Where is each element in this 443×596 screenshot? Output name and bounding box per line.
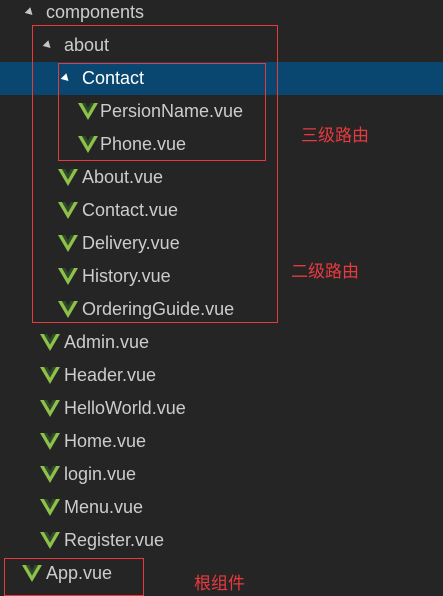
annotation-root: 根组件 — [194, 574, 245, 594]
file-item[interactable]: Delivery.vue — [0, 227, 443, 260]
vue-file-icon — [40, 433, 60, 450]
file-label: App.vue — [46, 563, 113, 583]
folder-label: about — [64, 35, 110, 55]
file-label: OrderingGuide.vue — [82, 299, 235, 319]
file-label: Delivery.vue — [82, 233, 180, 253]
file-label: Phone.vue — [100, 134, 187, 154]
file-item[interactable]: Admin.vue — [0, 326, 443, 359]
vue-file-icon — [40, 499, 60, 516]
vue-file-icon — [58, 202, 78, 219]
file-label: About.vue — [82, 167, 164, 187]
file-item[interactable]: HelloWorld.vue — [0, 392, 443, 425]
file-item[interactable]: History.vue — [0, 260, 443, 293]
chevron-expanded-icon[interactable] — [42, 29, 54, 62]
vue-file-icon — [78, 103, 98, 120]
folder-contact[interactable]: Contact — [0, 62, 443, 95]
vue-file-icon — [40, 367, 60, 384]
vue-file-icon — [40, 334, 60, 351]
file-label: Admin.vue — [64, 332, 150, 352]
annotation-level2: 二级路由 — [291, 262, 359, 282]
chevron-expanded-icon[interactable] — [24, 0, 36, 29]
file-item[interactable]: Phone.vue — [0, 128, 443, 161]
file-label: Header.vue — [64, 365, 157, 385]
file-item[interactable]: Register.vue — [0, 524, 443, 557]
vue-file-icon — [22, 565, 42, 582]
file-item[interactable]: OrderingGuide.vue — [0, 293, 443, 326]
vue-file-icon — [58, 235, 78, 252]
vue-file-icon — [58, 301, 78, 318]
vue-file-icon — [78, 136, 98, 153]
vue-file-icon — [40, 400, 60, 417]
file-item[interactable]: PersionName.vue — [0, 95, 443, 128]
file-label: Menu.vue — [64, 497, 144, 517]
annotation-level3: 三级路由 — [301, 126, 369, 146]
file-item[interactable]: Home.vue — [0, 425, 443, 458]
file-label: login.vue — [64, 464, 137, 484]
file-label: Register.vue — [64, 530, 165, 550]
file-label: Home.vue — [64, 431, 147, 451]
folder-label: components — [46, 2, 145, 22]
file-label: HelloWorld.vue — [64, 398, 186, 418]
vue-file-icon — [58, 268, 78, 285]
chevron-expanded-icon[interactable] — [60, 62, 72, 95]
file-item[interactable]: Menu.vue — [0, 491, 443, 524]
file-label: PersionName.vue — [100, 101, 244, 121]
file-item[interactable]: login.vue — [0, 458, 443, 491]
vue-file-icon — [40, 466, 60, 483]
folder-label: Contact — [82, 68, 145, 88]
file-item[interactable]: About.vue — [0, 161, 443, 194]
folder-about[interactable]: about — [0, 29, 443, 62]
file-item[interactable]: Contact.vue — [0, 194, 443, 227]
vue-file-icon — [40, 532, 60, 549]
vue-file-icon — [58, 169, 78, 186]
folder-components[interactable]: components — [0, 0, 443, 29]
file-label: History.vue — [82, 266, 171, 286]
file-label: Contact.vue — [82, 200, 179, 220]
file-item[interactable]: Header.vue — [0, 359, 443, 392]
